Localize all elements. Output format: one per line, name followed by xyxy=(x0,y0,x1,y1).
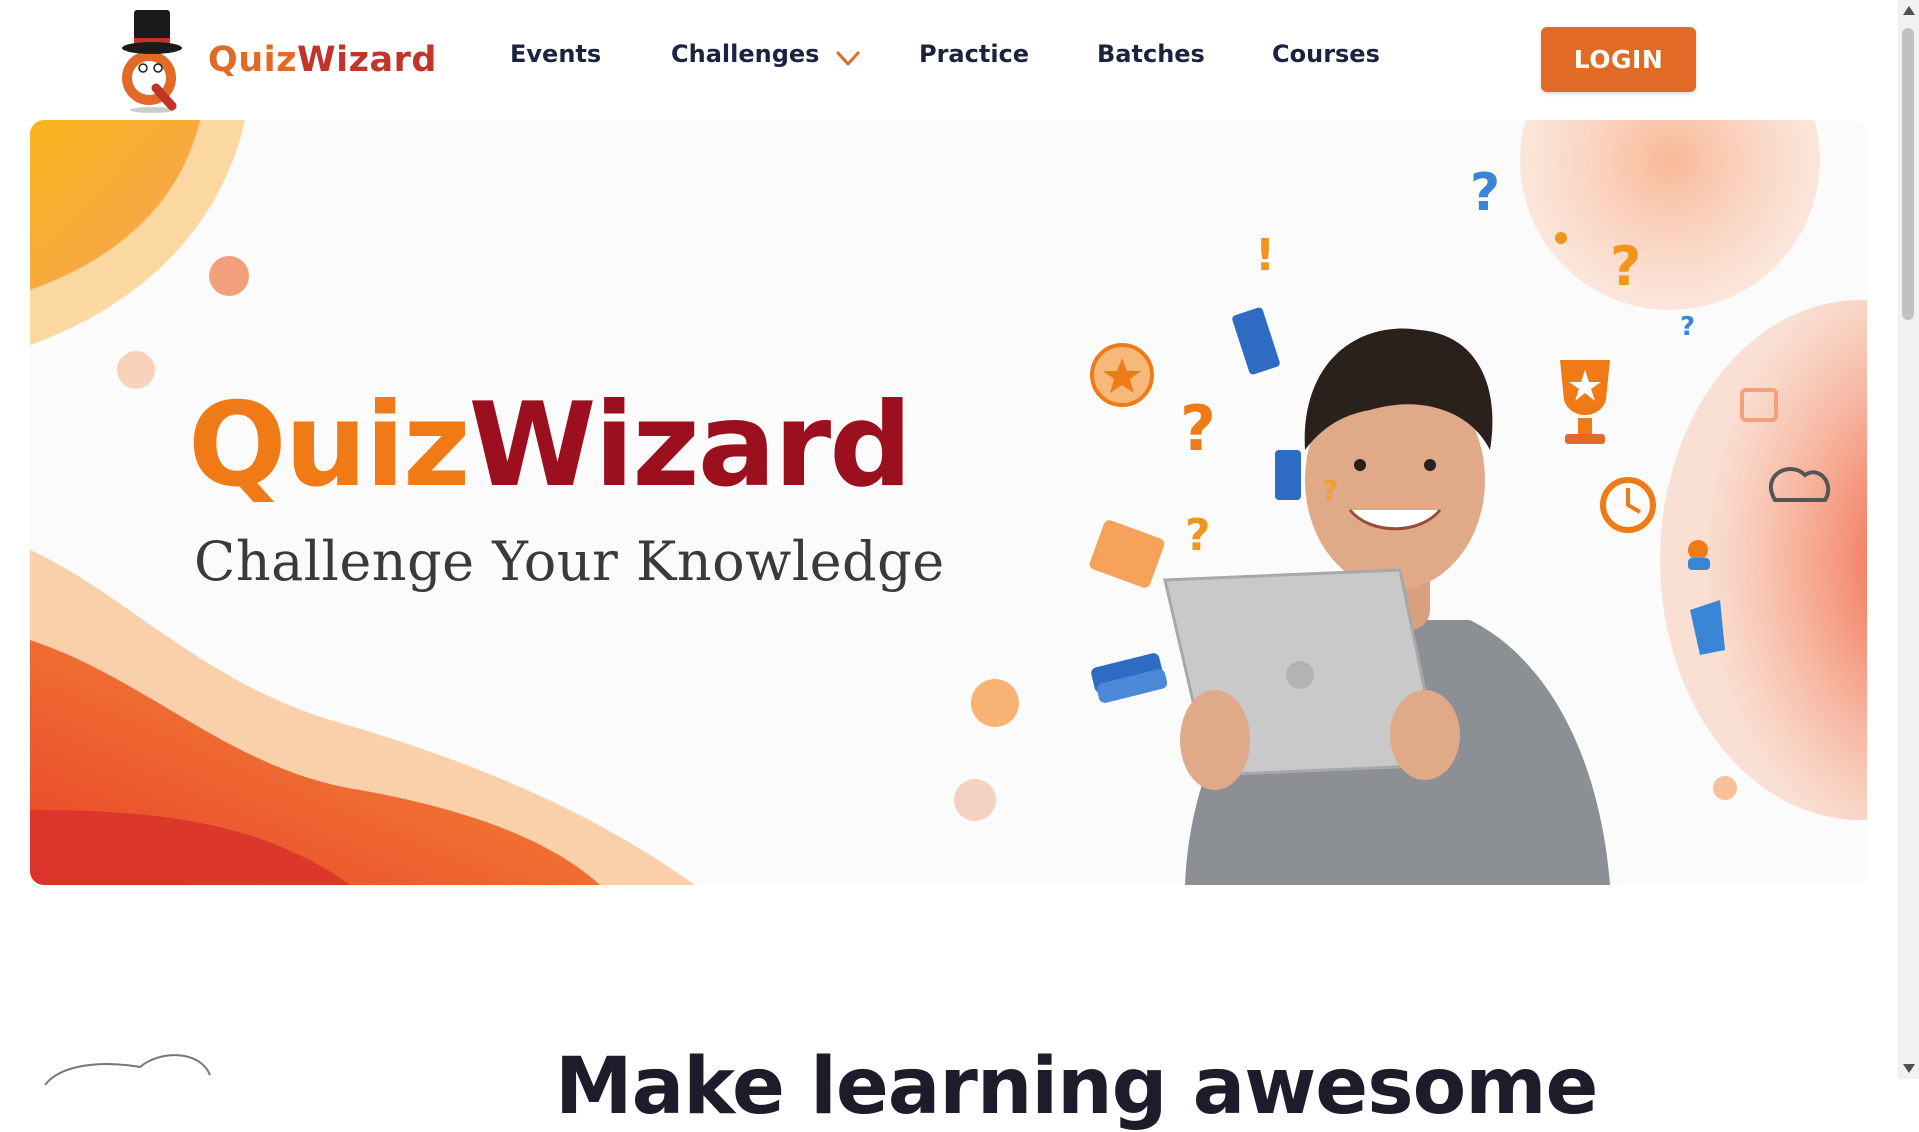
brand-logo[interactable]: QuizWizard xyxy=(112,6,436,114)
top-hat-icon xyxy=(122,10,182,113)
svg-text:?: ? xyxy=(1610,235,1641,298)
scroll-thumb[interactable] xyxy=(1902,28,1914,320)
hero-title-part2: Wizard xyxy=(468,378,912,513)
nav-courses[interactable]: Courses xyxy=(1272,40,1380,68)
nav-challenges[interactable]: Challenges xyxy=(671,40,819,68)
star-icon xyxy=(1090,343,1154,407)
svg-text:?: ? xyxy=(1680,312,1695,342)
nav-batches[interactable]: Batches xyxy=(1097,40,1205,68)
hero-title-part1: Quiz xyxy=(188,378,470,513)
doodle-illustration xyxy=(44,1054,211,1085)
top-navbar: QuizWizard Events Challenges Practice Ba… xyxy=(0,0,1898,118)
brand-name-part2: Wizard xyxy=(297,40,437,80)
clock-icon xyxy=(1600,477,1656,533)
login-button[interactable]: LOGIN xyxy=(1541,27,1696,92)
svg-text:!: ! xyxy=(1255,230,1275,281)
nav-practice[interactable]: Practice xyxy=(919,40,1029,68)
scroll-down-icon[interactable] xyxy=(1903,1064,1915,1073)
brand-name: QuizWizard xyxy=(208,40,437,80)
hero-banner: ? ? ? ? ? ? ! QuizWizard Challenge Your … xyxy=(30,120,1867,885)
section-heading: Make learning awesome xyxy=(555,1042,1598,1132)
hero-title: QuizWizard xyxy=(188,388,912,504)
nav-events[interactable]: Events xyxy=(510,40,601,68)
chevron-down-icon[interactable] xyxy=(834,48,862,70)
brand-name-part1: Quiz xyxy=(208,40,298,80)
svg-text:?: ? xyxy=(1180,392,1216,465)
svg-text:?: ? xyxy=(1185,510,1211,561)
page-scrollbar[interactable] xyxy=(1898,0,1919,1079)
trophy-icon xyxy=(1560,360,1610,444)
hero-tagline: Challenge Your Knowledge xyxy=(194,530,945,593)
svg-text:?: ? xyxy=(1470,163,1500,223)
svg-text:?: ? xyxy=(1322,474,1338,507)
scroll-up-icon[interactable] xyxy=(1903,6,1915,15)
